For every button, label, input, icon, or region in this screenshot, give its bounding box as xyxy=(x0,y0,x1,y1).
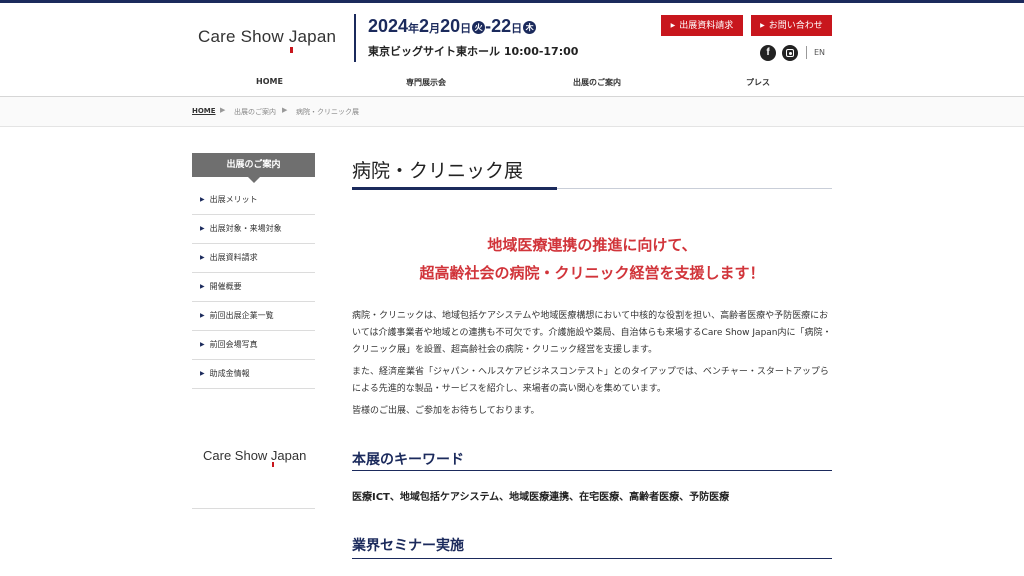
date-month-unit: 月 xyxy=(429,22,441,35)
event-date: 2024年2月20日火 -22日木 xyxy=(368,16,537,37)
section-underline xyxy=(352,558,832,559)
section-heading-keywords: 本展のキーワード xyxy=(352,452,464,468)
bullet-icon: ▶ xyxy=(200,341,205,348)
header-divider xyxy=(354,14,356,62)
date-end-day: 22 xyxy=(491,16,512,36)
date-year: 2024 xyxy=(368,16,409,36)
contact-label: お問い合わせ xyxy=(768,21,823,31)
breadcrumb xyxy=(0,97,1024,127)
date-day-unit-2: 日 xyxy=(511,22,523,35)
bullet-icon: ▶ xyxy=(200,254,205,261)
breadcrumb-separator-icon: ▶ xyxy=(282,106,288,114)
bullet-icon: ▶ xyxy=(200,312,205,319)
intro-paragraph-1: 病院・クリニックは、地域包括ケアシステムや地域医療構想において中核的な役割を担い… xyxy=(352,311,832,355)
title-underline-accent xyxy=(352,187,557,190)
nav-press[interactable]: プレス xyxy=(746,77,770,88)
date-end-weekday-badge: 木 xyxy=(523,21,537,34)
sidebar-item-targets[interactable]: ▶ 出展対象・来場対象 xyxy=(192,215,315,244)
language-switch-en[interactable]: EN xyxy=(814,48,825,57)
date-month: 2 xyxy=(419,16,430,36)
section-underline xyxy=(352,470,832,471)
breadcrumb-home[interactable]: HOME xyxy=(192,107,216,115)
sidebar-item-label: 開催概要 xyxy=(209,282,242,291)
bullet-icon: ▶ xyxy=(200,283,205,290)
logo-text: Care Show xyxy=(203,448,271,463)
bullet-icon: ▶ xyxy=(200,225,205,232)
logo-text: Care Show xyxy=(198,27,289,46)
sidebar-item-merits[interactable]: ▶ 出展メリット xyxy=(192,186,315,215)
nav-exhibitions[interactable]: 専門展示会 xyxy=(406,77,446,88)
intro-paragraph-3: 皆様のご出展、ご参加をお待ちしております。 xyxy=(352,406,540,416)
bullet-icon: ▶ xyxy=(200,370,205,377)
sidebar-item-label: 前回会場写真 xyxy=(209,340,258,349)
nav-home[interactable]: HOME xyxy=(256,77,283,86)
keywords-text: 医療ICT、地域包括ケアシステム、地域医療連携、在宅医療、高齢者医療、予防医療 xyxy=(352,492,730,503)
facebook-icon[interactable]: f xyxy=(760,45,776,61)
sidebar-item-past-photos[interactable]: ▶ 前回会場写真 xyxy=(192,331,315,360)
catchphrase-line-2: 超高齢社会の病院・クリニック経営を支援します！ xyxy=(419,264,765,282)
logo-j: J xyxy=(270,448,278,467)
request-materials-label: 出展資料請求 xyxy=(679,21,734,31)
sidebar-item-label: 出展資料請求 xyxy=(209,253,258,262)
contact-button[interactable]: ▶ お問い合わせ xyxy=(751,15,832,36)
intro-paragraph-2: また、経済産業省「ジャパン・ヘルスケアビジネスコンテスト」とのタイアップでは、ベ… xyxy=(352,367,829,394)
care-show-japan-logo[interactable]: Care Show Japan xyxy=(198,27,337,53)
section-heading-seminar: 業界セミナー実施 xyxy=(352,538,464,554)
breadcrumb-exhibitor-info[interactable]: 出展のご案内 xyxy=(234,107,276,117)
catchphrase-line-1: 地域医療連携の推進に向けて、 xyxy=(487,236,697,254)
event-venue: 東京ビッグサイト東ホール 10:00-17:00 xyxy=(368,45,579,58)
sidebar-logo-banner[interactable]: Care Show Japan xyxy=(203,448,307,467)
logo-text-rest: apan xyxy=(277,448,307,463)
sidebar-item-overview[interactable]: ▶ 開催概要 xyxy=(192,273,315,302)
request-materials-button[interactable]: ▶ 出展資料請求 xyxy=(661,15,743,36)
sidebar-item-materials[interactable]: ▶ 出展資料請求 xyxy=(192,244,315,273)
instagram-icon[interactable] xyxy=(782,45,798,61)
date-year-unit: 年 xyxy=(408,22,420,35)
date-start-weekday-badge: 火 xyxy=(472,21,486,34)
language-divider xyxy=(806,46,807,59)
sidebar-item-label: 助成金情報 xyxy=(209,369,250,378)
logo-text-rest: apan xyxy=(297,27,337,46)
page-title: 病院・クリニック展 xyxy=(352,160,524,182)
nav-exhibitor-info[interactable]: 出展のご案内 xyxy=(573,77,621,88)
arrow-right-icon: ▶ xyxy=(760,22,765,29)
bullet-icon: ▶ xyxy=(200,196,205,203)
breadcrumb-separator-icon: ▶ xyxy=(220,106,226,114)
sidebar-item-label: 出展メリット xyxy=(209,195,258,204)
date-start-day: 20 xyxy=(440,16,461,36)
sidebar-item-past-exhibitors[interactable]: ▶ 前回出展企業一覧 xyxy=(192,302,315,331)
sidebar-item-label: 前回出展企業一覧 xyxy=(209,311,274,320)
logo-j: J xyxy=(288,27,298,53)
date-day-unit: 日 xyxy=(460,22,472,35)
sidebar-item-label: 出展対象・来場対象 xyxy=(209,224,282,233)
arrow-right-icon: ▶ xyxy=(670,22,676,29)
breadcrumb-current: 病院・クリニック展 xyxy=(296,108,359,116)
sidebar-item-subsidies[interactable]: ▶ 助成金情報 xyxy=(192,360,315,389)
sidebar-divider xyxy=(192,508,315,509)
sidebar-heading: 出展のご案内 xyxy=(192,153,315,183)
top-accent-line xyxy=(0,0,1024,3)
